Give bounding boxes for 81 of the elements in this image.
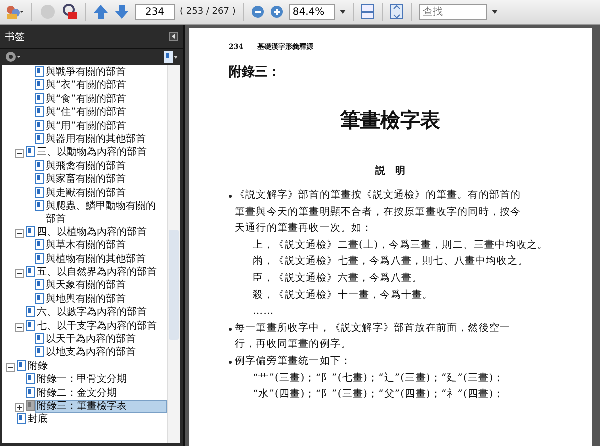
bookmark-icon: [26, 226, 35, 237]
bookmark-item[interactable]: 七、以干支字為內容的部首: [35, 320, 167, 333]
example-line: “艹”(三畫)；“阝”(七畫)；“辶”(三畫)；“廴”(三畫)；: [253, 372, 506, 386]
bookmark-item[interactable]: 與植物有關的其他部首: [44, 252, 167, 266]
bookmark-icon: [26, 386, 35, 398]
bookmark-item[interactable]: 與天象有關的部首: [44, 279, 167, 292]
example-line: “水”(四畫)；“阝”(三畫)；“父”(四畫)；“礻”(四畫)；: [253, 388, 506, 402]
bookmark-item[interactable]: 以天干為內容的部首: [44, 333, 167, 346]
bookmark-icon: [35, 279, 44, 290]
bookmark-icon: [35, 200, 44, 211]
bookmark-icon: [35, 292, 44, 304]
bullet-paragraph: 《説文解字》部首的筆畫按《説文通檢》的筆畫。有的部首的筆畫與今天的筆畫明顯不合者，在按原筆畫收字的同時，按今天通行的筆畫再收一次。如：: [235, 188, 522, 236]
bookmark-icon: [35, 92, 44, 104]
bookmark-item[interactable]: 與家畜有關的部首: [44, 173, 167, 186]
bullet-icon: [229, 195, 232, 198]
bookmark-icon: [35, 173, 44, 184]
collapse-toggle-icon[interactable]: [6, 362, 15, 372]
page-number-field[interactable]: 234: [135, 4, 175, 20]
bookmark-item[interactable]: 與戰爭有關的部首: [44, 66, 167, 79]
collapse-toggle-icon[interactable]: [15, 269, 24, 278]
bookmark-icon: [35, 160, 44, 171]
bookmark-item[interactable]: 五、以自然界為內容的部首: [35, 266, 167, 280]
page-count: ( 253 / 267 ): [180, 7, 236, 17]
section-heading: 説 明: [374, 164, 406, 178]
scrollbar[interactable]: [167, 65, 180, 443]
bookmark-icon: [26, 373, 35, 384]
bookmark-item[interactable]: 與器用有關的其他部首: [44, 132, 167, 146]
fit-width-icon[interactable]: [360, 2, 375, 22]
panel-title: 书签: [5, 30, 25, 44]
bookmark-icon: [17, 413, 26, 424]
example-line: 殺，《説文通檢》十一畫，今爲十畫。: [253, 288, 434, 303]
bookmark-icon: [35, 106, 44, 118]
bullet-paragraph: 每一筆畫所收字中，《説文解字》部首放在前面，然後空一行，再收同筆畫的例字。: [235, 322, 512, 352]
collapse-toggle-icon[interactable]: [15, 149, 24, 158]
bookmark-icon: [35, 252, 44, 264]
bookmark-item[interactable]: 附錄二：金文分期: [35, 386, 167, 400]
search-field[interactable]: 查找: [418, 4, 487, 20]
bookmark-icon: [35, 333, 44, 344]
bookmark-icon: [26, 320, 35, 331]
bookmark-item[interactable]: 附錄: [26, 360, 167, 373]
bookmark-icon: [35, 132, 44, 144]
bookmark-item[interactable]: 與“食”有關的部首: [44, 92, 167, 106]
zoom-field[interactable]: 84.4%: [288, 4, 335, 20]
bookmark-icon: [35, 79, 44, 90]
example-line: ……: [253, 305, 276, 320]
bookmark-icon: [35, 120, 44, 131]
bookmark-item[interactable]: 三、以動物為內容的部首: [35, 146, 167, 160]
bullet-icon: [229, 328, 232, 331]
bullet-icon: [229, 360, 232, 364]
bookmark-item[interactable]: 與地輿有關的部首: [44, 292, 167, 306]
bookmark-icon: [26, 146, 35, 158]
bookmark-item[interactable]: 與走獸有關的部首: [44, 186, 167, 200]
bookmark-item[interactable]: 以地支為內容的部首: [44, 346, 167, 360]
bookmark-icon: [26, 400, 35, 411]
example-line: 上，《説文通檢》二畫(丄)，今爲三畫，則二、三畫中均收之。: [253, 238, 550, 253]
bookmark-icon: [26, 266, 35, 278]
bookmark-icon: [17, 360, 26, 371]
bookmark-item[interactable]: 封底: [26, 413, 167, 426]
bookmark-item[interactable]: 與“用”有關的部首: [44, 120, 167, 133]
bookmark-item[interactable]: 與草木有關的部首: [44, 239, 167, 252]
bookmark-item[interactable]: 附錄三：筆畫檢字表: [35, 400, 167, 413]
bookmark-item[interactable]: 附錄一：甲骨文分期: [35, 373, 167, 386]
page-title: 筆畫檢字表: [339, 107, 442, 134]
example-line: 㡀，《説文通檢》七畫，今爲八畫，則七、八畫中均收之。: [253, 254, 530, 270]
bookmark-item[interactable]: 六、以數字為內容的部首: [35, 306, 167, 320]
bullet-paragraph: 例字偏旁筆畫統一如下：: [235, 354, 353, 369]
bookmark-icon: [35, 239, 44, 250]
bookmark-item[interactable]: 與“住”有關的部首: [44, 106, 167, 120]
bookmark-item[interactable]: 與飛禽有關的部首: [44, 160, 167, 173]
bookmark-icon: [26, 306, 35, 318]
bookmark-item[interactable]: 與“衣”有關的部首: [44, 79, 167, 92]
expand-toggle-icon[interactable]: [15, 402, 24, 412]
collapse-toggle-icon[interactable]: [15, 228, 24, 238]
example-line: 臣，《説文通檢》六畫，今爲八畫。: [253, 272, 424, 286]
collapse-toggle-icon[interactable]: [15, 322, 24, 332]
bookmark-item[interactable]: 與爬蟲、鱗甲動物有關的部首: [44, 200, 167, 226]
bookmark-icon: [35, 186, 44, 198]
appendix-label: 附錄三：: [229, 64, 282, 81]
fit-page-icon[interactable]: [390, 2, 404, 22]
bookmark-item[interactable]: 四、以植物為內容的部首: [35, 226, 167, 239]
bookmark-icon: [35, 346, 44, 358]
